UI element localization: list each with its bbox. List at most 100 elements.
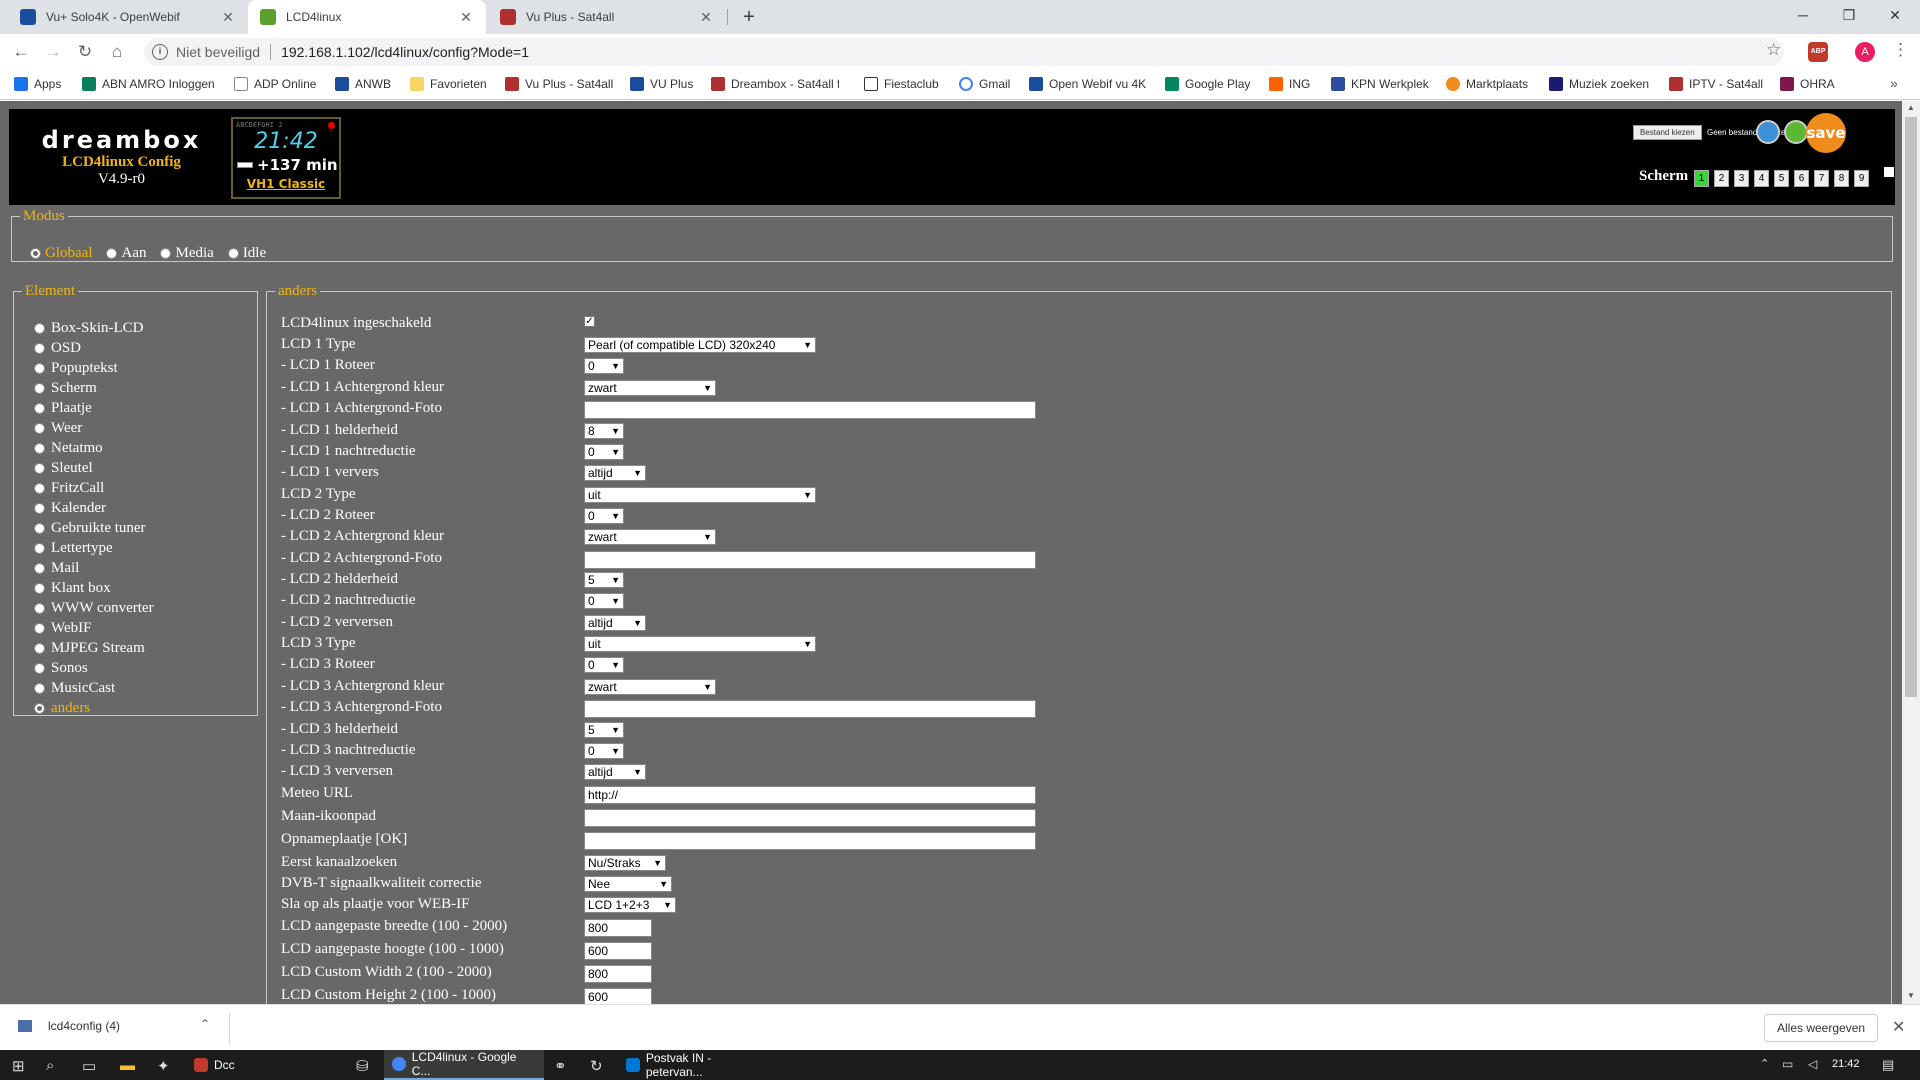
setting-select[interactable]: altijd ▼	[584, 465, 646, 481]
modus-option-globaal[interactable]: Globaal	[30, 245, 92, 262]
browser-tab[interactable]: Vu+ Solo4K - OpenWebif ✕	[8, 0, 248, 34]
bookmark-item[interactable]: Fiestaclub	[864, 77, 939, 91]
setting-select[interactable]: 0 ▼	[584, 743, 624, 759]
setting-number-input[interactable]: 600	[584, 942, 652, 960]
chevron-up-icon[interactable]: ⌃	[1760, 1057, 1769, 1070]
setting-select[interactable]: 0 ▼	[584, 657, 624, 673]
element-option[interactable]: Box-Skin-LCD	[34, 318, 154, 338]
bookmark-item[interactable]: VU Plus	[630, 77, 693, 91]
bookmarks-overflow-icon[interactable]: »	[1890, 75, 1898, 91]
close-tab-icon[interactable]: ✕	[220, 9, 236, 26]
setting-select[interactable]: uit ▼	[584, 487, 816, 503]
scrollbar-thumb[interactable]	[1905, 117, 1917, 697]
scherm-button-4[interactable]: 4	[1754, 170, 1769, 187]
element-option[interactable]: Popuptekst	[34, 358, 154, 378]
element-option[interactable]: Plaatje	[34, 398, 154, 418]
taskbar-app-outlook[interactable]: Postvak IN - petervan...	[618, 1050, 778, 1080]
menu-kebab-icon[interactable]: ⋮	[1892, 40, 1909, 60]
reload-icon[interactable]: ↻	[73, 40, 97, 64]
setting-checkbox[interactable]: ✓	[584, 316, 595, 327]
bookmark-item[interactable]: Open Webif vu 4K	[1029, 77, 1146, 91]
element-option[interactable]: Netatmo	[34, 438, 154, 458]
browser-tab[interactable]: Vu Plus - Sat4all ✕	[488, 0, 726, 34]
modus-option-aan[interactable]: Aan	[106, 245, 146, 262]
element-option[interactable]: Weer	[34, 418, 154, 438]
element-option[interactable]: WebIF	[34, 618, 154, 638]
element-option[interactable]: Kalender	[34, 498, 154, 518]
bookmark-item[interactable]: Muziek zoeken	[1549, 77, 1649, 91]
setting-select[interactable]: altijd ▼	[584, 764, 646, 780]
scherm-button-9[interactable]: 9	[1854, 170, 1869, 187]
setting-text-input[interactable]	[584, 809, 1036, 827]
close-window-icon[interactable]: ✕	[1872, 0, 1918, 30]
page-scrollbar[interactable]: ▲ ▼	[1902, 101, 1920, 1004]
back-icon[interactable]: ←	[9, 40, 33, 64]
setting-text-input[interactable]	[584, 832, 1036, 850]
bookmark-apps[interactable]: Apps	[14, 77, 61, 91]
bookmark-item[interactable]: Vu Plus - Sat4all	[505, 77, 613, 91]
element-option[interactable]: Lettertype	[34, 538, 154, 558]
setting-select[interactable]: uit ▼	[584, 636, 816, 652]
forward-icon[interactable]: →	[41, 40, 65, 64]
setting-select[interactable]: 0 ▼	[584, 358, 624, 374]
modus-option-idle[interactable]: Idle	[227, 245, 266, 262]
scroll-down-icon[interactable]: ▼	[1907, 991, 1915, 1000]
adblock-icon[interactable]: ABP	[1808, 42, 1828, 62]
save-button[interactable]: save	[1806, 113, 1846, 153]
profile-avatar[interactable]: A	[1855, 42, 1875, 62]
setting-text-input[interactable]	[584, 551, 1036, 569]
setting-number-input[interactable]: 600	[584, 988, 652, 1004]
scherm-button-6[interactable]: 6	[1794, 170, 1809, 187]
setting-select[interactable]: LCD 1+2+3 ▼	[584, 897, 676, 913]
taskbar-app-dcc[interactable]: Dcc	[186, 1050, 346, 1080]
address-bar[interactable]: i Niet beveiligd 192.168.1.102/lcd4linux…	[144, 38, 1784, 66]
show-all-button[interactable]: Alles weergeven	[1764, 1014, 1879, 1042]
setting-select[interactable]: 5 ▼	[584, 722, 624, 738]
close-tab-icon[interactable]: ✕	[458, 9, 474, 26]
element-option[interactable]: OSD	[34, 338, 154, 358]
setting-text-input[interactable]	[584, 700, 1036, 718]
notification-icon[interactable]: ▤	[1882, 1057, 1894, 1073]
bookmark-item[interactable]: Dreambox - Sat4all fo...	[711, 77, 839, 91]
element-option[interactable]: Scherm	[34, 378, 154, 398]
modus-option-media[interactable]: Media	[160, 245, 214, 262]
app-icon[interactable]: ⚭	[554, 1057, 567, 1075]
home-icon[interactable]: ⌂	[105, 40, 129, 64]
element-option[interactable]: MusicCast	[34, 678, 154, 698]
scherm-button-7[interactable]: 7	[1814, 170, 1829, 187]
bookmark-item[interactable]: KPN Werkplek	[1331, 77, 1429, 91]
element-option[interactable]: anders	[34, 698, 154, 718]
bookmark-item[interactable]: ADP Online	[234, 77, 316, 91]
bookmark-star-icon[interactable]: ☆	[1766, 40, 1781, 60]
setting-select[interactable]: 5 ▼	[584, 572, 624, 588]
setting-select[interactable]: zwart ▼	[584, 679, 716, 695]
setting-select[interactable]: Nee ▼	[584, 876, 672, 892]
bookmark-item[interactable]: OHRA	[1780, 77, 1835, 91]
scherm-button-3[interactable]: 3	[1734, 170, 1749, 187]
element-option[interactable]: Sonos	[34, 658, 154, 678]
element-option[interactable]: WWW converter	[34, 598, 154, 618]
setting-select[interactable]: 8 ▼	[584, 423, 624, 439]
setting-text-input[interactable]	[584, 401, 1036, 419]
search-icon[interactable]: ⌕	[46, 1057, 54, 1074]
browser-tab-active[interactable]: LCD4linux ✕	[248, 0, 486, 34]
setting-select[interactable]: zwart ▼	[584, 529, 716, 545]
volume-icon[interactable]: ◁	[1808, 1057, 1817, 1071]
bookmark-item[interactable]: ING	[1269, 77, 1310, 91]
bookmark-item[interactable]: Gmail	[959, 77, 1010, 91]
app-icon[interactable]: ⛁	[356, 1057, 369, 1075]
setting-select[interactable]: zwart ▼	[584, 380, 716, 396]
bookmark-item[interactable]: ABN AMRO Inloggen	[82, 77, 215, 91]
app-icon[interactable]: ✦	[157, 1057, 170, 1075]
minimize-icon[interactable]: ─	[1780, 0, 1826, 30]
bookmark-item[interactable]: Google Play	[1165, 77, 1250, 91]
url-text[interactable]: 192.168.1.102/lcd4linux/config?Mode=1	[281, 44, 529, 60]
scherm-button-1[interactable]: 1	[1694, 170, 1709, 187]
element-option[interactable]: Sleutel	[34, 458, 154, 478]
download-icon[interactable]	[1784, 120, 1808, 144]
choose-file-button[interactable]: Bestand kiezen	[1633, 125, 1702, 140]
lcd-preview[interactable]: ABCDEFGHI J 21:42 +137 min VH1 Classic	[231, 117, 341, 199]
element-option[interactable]: Gebruikte tuner	[34, 518, 154, 538]
scherm-button-8[interactable]: 8	[1834, 170, 1849, 187]
windows-start-icon[interactable]: ⊞	[12, 1057, 25, 1075]
